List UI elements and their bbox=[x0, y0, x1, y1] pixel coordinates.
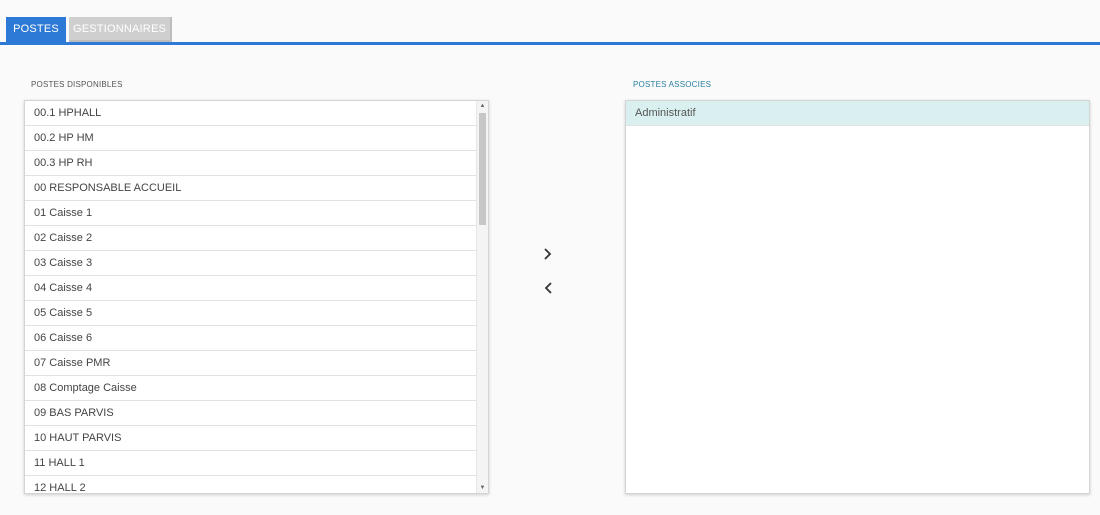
tab-gestionnaires[interactable]: GESTIONNAIRES bbox=[69, 17, 172, 42]
available-poste-item[interactable]: 00 RESPONSABLE ACCUEIL bbox=[25, 176, 476, 201]
associated-postes-label: POSTES ASSOCIES bbox=[633, 80, 712, 89]
available-poste-item[interactable]: 01 Caisse 1 bbox=[25, 201, 476, 226]
available-poste-item[interactable]: 07 Caisse PMR bbox=[25, 351, 476, 376]
available-poste-item[interactable]: 04 Caisse 4 bbox=[25, 276, 476, 301]
available-poste-item[interactable]: 00.2 HP HM bbox=[25, 126, 476, 151]
available-postes-rows: 00.1 HPHALL 00.2 HP HM 00.3 HP RH 00 RESPON… bbox=[25, 101, 476, 493]
associated-postes-rows: Administratif bbox=[626, 101, 1089, 493]
move-to-associated-button[interactable] bbox=[538, 244, 558, 264]
tab-bar: POSTES GESTIONNAIRES bbox=[0, 0, 1100, 45]
triangle-up-icon[interactable]: ▲ bbox=[477, 101, 488, 111]
available-postes-list[interactable]: 00.1 HPHALL 00.2 HP HM 00.3 HP RH 00 RESPON… bbox=[24, 100, 489, 494]
tab-postes[interactable]: POSTES bbox=[6, 17, 66, 42]
available-poste-item[interactable]: 00.3 HP RH bbox=[25, 151, 476, 176]
available-poste-item[interactable]: 12 HALL 2 bbox=[25, 476, 476, 493]
associated-postes-list[interactable]: Administratif bbox=[625, 100, 1090, 494]
available-poste-item[interactable]: 03 Caisse 3 bbox=[25, 251, 476, 276]
available-postes-label: POSTES DISPONIBLES bbox=[31, 80, 123, 89]
available-poste-item[interactable]: 06 Caisse 6 bbox=[25, 326, 476, 351]
chevron-right-icon bbox=[544, 248, 552, 260]
associated-poste-item[interactable]: Administratif bbox=[626, 101, 1089, 126]
triangle-down-icon[interactable]: ▼ bbox=[477, 483, 488, 493]
move-to-available-button[interactable] bbox=[538, 278, 558, 298]
available-poste-item[interactable]: 10 HAUT PARVIS bbox=[25, 426, 476, 451]
scrollbar-thumb[interactable] bbox=[479, 113, 486, 225]
chevron-left-icon bbox=[544, 282, 552, 294]
available-poste-item[interactable]: 02 Caisse 2 bbox=[25, 226, 476, 251]
available-poste-item[interactable]: 08 Comptage Caisse bbox=[25, 376, 476, 401]
available-poste-item[interactable]: 00.1 HPHALL bbox=[25, 101, 476, 126]
available-poste-item[interactable]: 11 HALL 1 bbox=[25, 451, 476, 476]
available-poste-item[interactable]: 05 Caisse 5 bbox=[25, 301, 476, 326]
available-poste-item[interactable]: 09 BAS PARVIS bbox=[25, 401, 476, 426]
available-list-scrollbar[interactable]: ▲ ▼ bbox=[476, 101, 488, 493]
